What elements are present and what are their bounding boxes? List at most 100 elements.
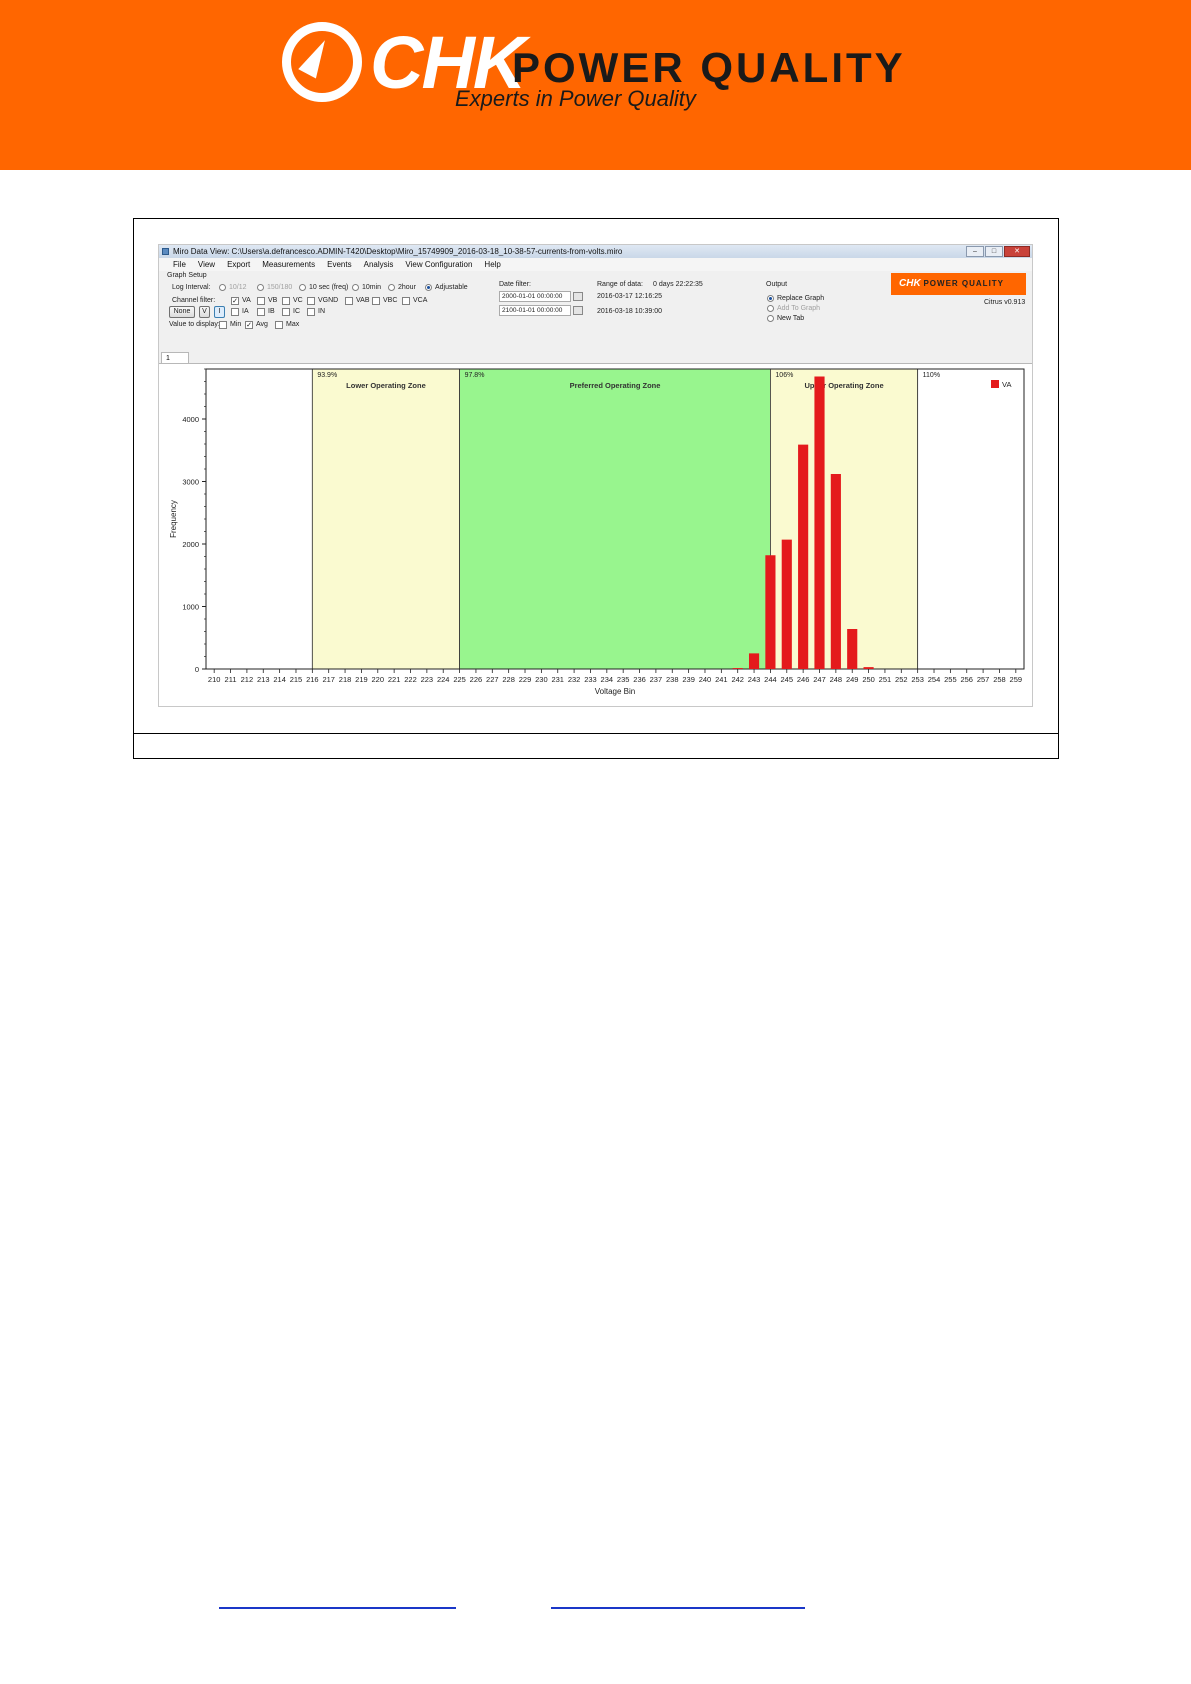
date-to-input[interactable]: 2100-01-01 00:00:00 xyxy=(499,305,571,316)
log-interval-2hour-label: 2hour xyxy=(398,284,416,291)
channel-v-button[interactable]: V xyxy=(199,306,210,318)
bar-va-248 xyxy=(830,474,841,669)
log-interval-radio-2hour[interactable] xyxy=(388,284,395,291)
zone-percent-label: 106% xyxy=(775,372,793,379)
channel-vab-label: VAB xyxy=(356,297,370,304)
channel-vc-checkbox[interactable] xyxy=(282,297,290,305)
value-max-label: Max xyxy=(286,321,300,328)
close-button[interactable]: ✕ xyxy=(1004,246,1030,257)
x-tick-label: 229 xyxy=(519,675,532,684)
x-tick-label: 241 xyxy=(715,675,728,684)
log-interval-10min-label: 10min xyxy=(362,284,382,291)
bar-va-242 xyxy=(732,668,743,669)
calendar-from-icon[interactable] xyxy=(573,292,583,301)
channel-ib-label: IB xyxy=(268,308,275,315)
x-tick-label: 248 xyxy=(830,675,843,684)
output-new-tab-radio[interactable] xyxy=(767,315,774,322)
maximize-button[interactable]: □ xyxy=(985,246,1003,257)
x-tick-label: 212 xyxy=(241,675,254,684)
channel-in-checkbox[interactable] xyxy=(307,308,315,316)
x-tick-label: 223 xyxy=(421,675,434,684)
voltage-histogram-chart: 93.9% Lower Operating Zone 97.8% Preferred … xyxy=(169,368,1025,696)
zone-band xyxy=(311,368,460,670)
menu-analysis[interactable]: Analysis xyxy=(358,258,400,271)
zone-band xyxy=(459,368,771,670)
y-tick-label: 2000 xyxy=(182,540,199,549)
menu-export[interactable]: Export xyxy=(221,258,256,271)
x-tick-label: 247 xyxy=(813,675,826,684)
zone-band xyxy=(917,368,1025,670)
logo-tagline: Experts in Power Quality xyxy=(455,86,696,111)
app-icon xyxy=(162,248,169,255)
x-tick-label: 218 xyxy=(339,675,352,684)
range-of-data-label: Range of data: xyxy=(597,281,643,288)
menu-measurements[interactable]: Measurements xyxy=(256,258,321,271)
channel-vb-checkbox[interactable] xyxy=(257,297,265,305)
log-interval-radio-150-180[interactable] xyxy=(257,284,264,291)
channel-vab-checkbox[interactable] xyxy=(345,297,353,305)
channel-vca-checkbox[interactable] xyxy=(402,297,410,305)
channel-va-checkbox[interactable]: ✓ xyxy=(231,297,239,305)
x-tick-label: 258 xyxy=(993,675,1006,684)
channel-none-button[interactable]: None xyxy=(169,306,195,318)
x-tick-label: 222 xyxy=(404,675,417,684)
zone-band xyxy=(770,368,919,670)
channel-vbc-checkbox[interactable] xyxy=(372,297,380,305)
output-new-tab-label: New Tab xyxy=(777,315,805,322)
x-tick-label: 231 xyxy=(551,675,564,684)
log-interval-10sec-label: 10 sec (freq) xyxy=(309,284,349,291)
menu-view-configuration[interactable]: View Configuration xyxy=(399,258,478,271)
window-title: Miro Data View: C:\Users\a.defrancesco.A… xyxy=(173,247,623,256)
calendar-to-icon[interactable] xyxy=(573,306,583,315)
log-interval-10-12-label: 10/12 xyxy=(229,284,247,291)
range-duration: 0 days 22:22:35 xyxy=(653,281,703,288)
footer-link-underline-1[interactable] xyxy=(219,1607,456,1609)
output-replace-graph-radio[interactable] xyxy=(767,295,774,302)
x-tick-label: 243 xyxy=(748,675,761,684)
version-label: Citrus v0.913 xyxy=(984,299,1026,306)
channel-vgnd-checkbox[interactable] xyxy=(307,297,315,305)
x-tick-label: 237 xyxy=(650,675,663,684)
x-tick-label: 226 xyxy=(470,675,483,684)
log-interval-radio-adjustable[interactable] xyxy=(425,284,432,291)
value-min-checkbox[interactable] xyxy=(219,321,227,329)
channel-ic-checkbox[interactable] xyxy=(282,308,290,316)
y-axis-label: Frequency xyxy=(169,500,178,538)
x-tick-label: 221 xyxy=(388,675,401,684)
x-tick-label: 244 xyxy=(764,675,777,684)
graph-setup-label: Graph Setup xyxy=(167,272,207,279)
x-tick-label: 239 xyxy=(682,675,695,684)
mini-logo-brand: CHK xyxy=(899,278,921,289)
x-tick-label: 230 xyxy=(535,675,548,684)
bar-va-245 xyxy=(781,539,792,669)
log-interval-radio-10-12[interactable] xyxy=(219,284,226,291)
menu-view[interactable]: View xyxy=(192,258,221,271)
value-avg-checkbox[interactable]: ✓ xyxy=(245,321,253,329)
log-interval-label: Log Interval: xyxy=(172,284,211,291)
log-interval-radio-10min[interactable] xyxy=(352,284,359,291)
bar-va-243 xyxy=(748,653,760,669)
footer-link-underline-2[interactable] xyxy=(551,1607,805,1609)
zone-percent-label: 110% xyxy=(923,372,940,379)
value-max-checkbox[interactable] xyxy=(275,321,283,329)
mini-logo-product: POWER QUALITY xyxy=(923,279,1005,288)
menu-events[interactable]: Events xyxy=(321,258,357,271)
y-tick-label: 1000 xyxy=(182,603,199,612)
zone-name-label: Preferred Operating Zone xyxy=(570,381,661,390)
range-start: 2016-03-17 12:16:25 xyxy=(597,293,662,300)
channel-i-button[interactable]: I xyxy=(214,306,225,318)
x-tick-label: 225 xyxy=(453,675,466,684)
menu-file[interactable]: File xyxy=(167,258,192,271)
chk-mini-logo: CHK POWER QUALITY xyxy=(891,273,1026,295)
channel-ia-checkbox[interactable] xyxy=(231,308,239,316)
output-add-to-graph-radio[interactable] xyxy=(767,305,774,312)
zone-percent-label: 93.9% xyxy=(317,372,337,379)
output-replace-graph-label: Replace Graph xyxy=(777,295,825,302)
x-tick-label: 253 xyxy=(911,675,924,684)
menu-help[interactable]: Help xyxy=(478,258,506,271)
log-interval-radio-10sec[interactable] xyxy=(299,284,306,291)
date-from-input[interactable]: 2000-01-01 00:00:00 xyxy=(499,291,571,302)
minimize-button[interactable]: – xyxy=(966,246,984,257)
channel-va-label: VA xyxy=(242,297,251,304)
channel-ib-checkbox[interactable] xyxy=(257,308,265,316)
